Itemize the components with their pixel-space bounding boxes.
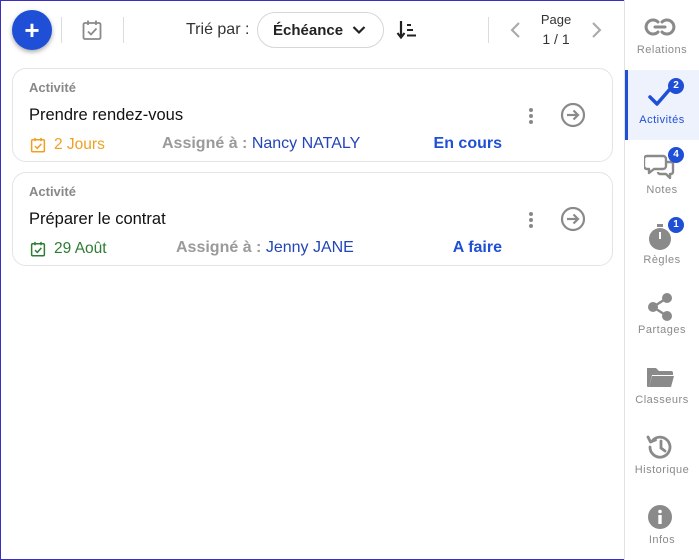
more-options-icon[interactable] xyxy=(525,210,537,230)
status-label: A faire xyxy=(452,239,502,256)
due-date: 2 Jours xyxy=(29,135,105,155)
calendar-check-icon xyxy=(30,241,46,257)
sidebar-item-regles[interactable]: 1 Règles xyxy=(625,210,699,280)
sort-select[interactable]: Échéance xyxy=(257,12,384,48)
divider xyxy=(488,17,489,43)
page-number: 1 / 1 xyxy=(542,31,570,47)
activity-card[interactable]: Activité Préparer le contrat 29 Août Ass… xyxy=(12,172,613,266)
previous-page-icon[interactable] xyxy=(508,20,524,40)
add-button[interactable]: + xyxy=(12,10,52,50)
assignee-name: Nancy NATALY xyxy=(251,135,361,152)
open-arrow-icon[interactable] xyxy=(560,102,586,128)
activity-type: Activité xyxy=(29,80,76,95)
sidebar-item-infos[interactable]: Infos xyxy=(625,490,699,560)
history-icon xyxy=(643,430,677,464)
calendar-check-icon[interactable] xyxy=(80,18,104,42)
sort-label: Trié par : xyxy=(186,21,250,38)
due-date-text: 2 Jours xyxy=(54,136,105,153)
sidebar-item-label: Classeurs xyxy=(635,394,689,406)
sidebar-item-classeurs[interactable]: Classeurs xyxy=(625,350,699,420)
count-badge: 4 xyxy=(668,147,684,163)
folder-icon xyxy=(643,360,677,394)
calendar-check-icon xyxy=(30,137,46,153)
assignee-label: Assigné à : xyxy=(162,135,248,152)
due-date-text: 29 Août xyxy=(54,240,107,257)
activity-title: Prendre rendez-vous xyxy=(29,106,184,124)
sidebar-item-label: Activités xyxy=(639,114,685,126)
info-icon xyxy=(643,500,677,534)
assignee-name: Jenny JANE xyxy=(265,239,354,256)
sidebar-item-label: Relations xyxy=(636,44,688,56)
count-badge: 1 xyxy=(668,217,684,233)
link-icon xyxy=(643,10,677,44)
open-arrow-icon[interactable] xyxy=(560,206,586,232)
sidebar-item-relations[interactable]: Relations xyxy=(625,0,699,70)
divider xyxy=(61,17,62,43)
sidebar-item-label: Partages xyxy=(637,324,687,336)
sidebar-item-label: Historique xyxy=(634,464,690,476)
assignee: Assigné à : Nancy NATALY xyxy=(162,135,360,153)
activity-type: Activité xyxy=(29,184,76,199)
sidebar-item-partages[interactable]: Partages xyxy=(625,280,699,350)
activity-title: Préparer le contrat xyxy=(29,210,166,228)
sidebar-item-activites[interactable]: 2 Activités xyxy=(625,70,699,140)
sort-select-value: Échéance xyxy=(273,21,344,39)
sidebar-item-label: Règles xyxy=(643,254,681,266)
count-badge: 2 xyxy=(668,78,684,94)
toolbar: + Trié par : Échéance Page 1 / 1 xyxy=(0,0,624,62)
sidebar-item-notes[interactable]: 4 Notes xyxy=(625,140,699,210)
next-page-icon[interactable] xyxy=(588,20,604,40)
status-label: En cours xyxy=(433,135,502,152)
sidebar-item-label: Notes xyxy=(646,184,678,196)
more-options-icon[interactable] xyxy=(525,106,537,126)
sort-order-icon[interactable] xyxy=(396,19,418,41)
page-label: Page xyxy=(540,12,572,27)
assignee: Assigné à : Jenny JANE xyxy=(176,239,354,257)
right-sidebar: Relations 2 Activités 4 Notes 1 Règles P… xyxy=(624,0,699,560)
due-date: 29 Août xyxy=(29,239,107,259)
sidebar-item-historique[interactable]: Historique xyxy=(625,420,699,490)
divider xyxy=(123,17,124,43)
sidebar-item-label: Infos xyxy=(648,534,676,546)
activity-card[interactable]: Activité Prendre rendez-vous 2 Jours Ass… xyxy=(12,68,613,162)
assignee-label: Assigné à : xyxy=(176,239,262,256)
share-icon xyxy=(643,290,677,324)
main-panel: + Trié par : Échéance Page 1 / 1 Activit… xyxy=(0,0,624,560)
chevron-down-icon xyxy=(352,26,366,35)
